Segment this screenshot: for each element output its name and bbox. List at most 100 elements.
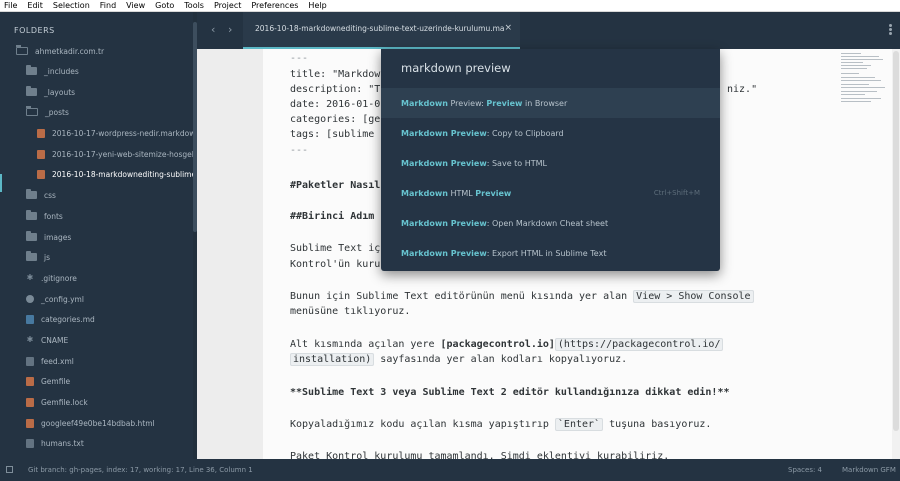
- code-link-url: installation): [290, 353, 375, 366]
- sidebar-item[interactable]: humans.txt: [26, 434, 84, 452]
- code-line: installation) sayfasında yer alan kodlar…: [290, 353, 628, 366]
- palette-item[interactable]: Markdown Preview: Export HTML in Sublime…: [381, 238, 720, 268]
- sidebar-item-label: css: [44, 190, 56, 200]
- file-icon: [37, 169, 45, 179]
- file-icon: [26, 418, 34, 428]
- sidebar-item[interactable]: categories.md: [26, 310, 95, 328]
- sidebar-item[interactable]: 2016-10-17-yeni-web-sitemize-hosgeldiniz: [37, 145, 197, 163]
- palette-item[interactable]: Markdown HTML Preview Ctrl+Shift+M: [381, 178, 720, 208]
- code-text: Bunun için Sublime Text editörünün menü …: [290, 291, 634, 302]
- palette-text: : Export HTML in Sublime Text: [486, 249, 607, 258]
- sidebar-item[interactable]: fonts: [26, 207, 63, 225]
- menu-selection[interactable]: Selection: [53, 0, 90, 11]
- palette-match: Markdown Preview: [401, 129, 487, 138]
- palette-match: Markdown Preview: [401, 159, 487, 168]
- sidebar-item[interactable]: js: [26, 248, 50, 266]
- folder-open-icon: [16, 45, 28, 55]
- palette-item[interactable]: Markdown Preview: Save to HTML: [381, 148, 720, 178]
- selection-marker: [0, 174, 2, 192]
- folder-icon: [26, 210, 37, 220]
- editor-scrollbar-thumb[interactable]: [893, 51, 899, 431]
- sidebar-item-label: fonts: [44, 211, 63, 221]
- sidebar-item-label: .gitignore: [41, 273, 77, 283]
- code-inline-highlight: View > Show Console: [633, 290, 754, 303]
- minimap[interactable]: [837, 49, 892, 459]
- code-line: tags: [sublime: [290, 129, 375, 140]
- folder-open-icon: [26, 106, 38, 116]
- sidebar-item[interactable]: _config.yml: [26, 290, 84, 308]
- menu-help[interactable]: Help: [308, 0, 326, 11]
- sidebar-item-label: 2016-10-17-yeni-web-sitemize-hosgeldiniz: [52, 149, 197, 159]
- editor-gutter: [197, 49, 263, 459]
- tab-bar: ‹ › 2016-10-18-markdownediting-sublime-t…: [197, 12, 900, 49]
- sidebar-item-label: _includes: [44, 66, 79, 76]
- code-text: sayfasında yer alan kodları kopyalıyoruz…: [374, 354, 628, 365]
- menu-edit[interactable]: Edit: [27, 0, 43, 11]
- command-palette-input[interactable]: markdown preview: [401, 61, 511, 75]
- sidebar-item[interactable]: images: [26, 228, 71, 246]
- menu-preferences[interactable]: Preferences: [251, 0, 298, 11]
- sidebar-item[interactable]: _layouts: [26, 83, 75, 101]
- sidebar: FOLDERS ahmetkadir.com.tr _includes _lay…: [0, 12, 197, 459]
- sidebar-item[interactable]: ✱ CNAME: [26, 331, 69, 349]
- file-icon: [26, 356, 34, 366]
- more-vertical-icon[interactable]: [889, 24, 892, 36]
- sidebar-item-label: humans.txt: [41, 438, 84, 448]
- palette-text: : Copy to Clipboard: [486, 129, 564, 138]
- sidebar-title: FOLDERS: [14, 26, 55, 35]
- code-line: title: "Markdow: [290, 69, 381, 80]
- sidebar-item-label: _config.yml: [41, 294, 84, 304]
- status-text: Git branch: gh-pages, index: 17, working…: [28, 466, 253, 474]
- code-line: #Paketler Nasıl: [290, 180, 381, 191]
- menu-project[interactable]: Project: [214, 0, 241, 11]
- menu-view[interactable]: View: [126, 0, 145, 11]
- sidebar-item[interactable]: googleef49e0be14bdbab.html: [26, 414, 155, 432]
- sidebar-item[interactable]: feed.xml: [26, 352, 74, 370]
- file-icon: [26, 376, 34, 386]
- code-line: description: "T: [290, 84, 381, 95]
- sidebar-item[interactable]: Gemfile.lock: [26, 393, 88, 411]
- sidebar-item-label: feed.xml: [41, 356, 74, 366]
- palette-item[interactable]: Markdown Preview: Open Markdown Cheat sh…: [381, 208, 720, 238]
- palette-item[interactable]: Markdown Preview: Preview in Browser: [381, 88, 720, 118]
- editor-scrollbar[interactable]: [892, 49, 900, 459]
- panel-toggle-icon[interactable]: [6, 466, 13, 473]
- code-line: ---: [290, 145, 309, 156]
- palette-shortcut: Ctrl+Shift+M: [653, 189, 700, 197]
- sidebar-root-folder[interactable]: ahmetkadir.com.tr: [16, 42, 104, 60]
- palette-text: : Open Markdown Cheat sheet: [486, 219, 609, 228]
- close-icon[interactable]: ×: [504, 23, 512, 33]
- sidebar-item[interactable]: 2016-10-17-wordpress-nedir.markdown: [37, 124, 197, 142]
- sidebar-item[interactable]: Gemfile: [26, 372, 70, 390]
- sidebar-item-label: _posts: [45, 107, 69, 117]
- sidebar-item-label: categories.md: [41, 314, 95, 324]
- palette-text: : Save to HTML: [486, 159, 547, 168]
- file-icon: [37, 149, 45, 159]
- sidebar-item-label: Gemfile: [41, 376, 71, 386]
- file-icon: [37, 128, 45, 138]
- palette-text: Preview:: [447, 99, 487, 108]
- sidebar-item[interactable]: _includes: [26, 62, 79, 80]
- code-text: Alt kısmında açılan yere: [290, 339, 441, 350]
- menu-tools[interactable]: Tools: [184, 0, 204, 11]
- palette-item[interactable]: Markdown Preview: Copy to Clipboard: [381, 118, 720, 148]
- indentation-status[interactable]: Spaces: 4: [788, 466, 822, 474]
- star-icon: ✱: [26, 273, 34, 282]
- code-text: Kopyaladığımız kodu açılan kısma yapıştı…: [290, 419, 555, 430]
- code-line: ---: [290, 53, 309, 64]
- sidebar-item-selected[interactable]: 2016-10-18-markdownediting-sublime-te: [37, 165, 197, 183]
- sidebar-item-label: 2016-10-18-markdownediting-sublime-te: [52, 169, 197, 179]
- sidebar-item[interactable]: ✱ .gitignore: [26, 269, 77, 287]
- status-bar: Git branch: gh-pages, index: 17, working…: [0, 459, 900, 481]
- sidebar-item-label: js: [44, 252, 50, 262]
- sidebar-item[interactable]: _posts: [26, 103, 69, 121]
- sidebar-item-label: googleef49e0be14bdbab.html: [41, 418, 155, 428]
- tab-active[interactable]: 2016-10-18-markdownediting-sublime-text-…: [243, 12, 520, 49]
- menu-find[interactable]: Find: [100, 0, 116, 11]
- syntax-status[interactable]: Markdown GFM: [842, 466, 896, 474]
- chevron-left-icon[interactable]: ‹: [211, 24, 215, 36]
- sidebar-item[interactable]: css: [26, 186, 56, 204]
- menu-file[interactable]: File: [4, 0, 17, 11]
- chevron-right-icon[interactable]: ›: [228, 24, 232, 36]
- menu-goto[interactable]: Goto: [155, 0, 174, 11]
